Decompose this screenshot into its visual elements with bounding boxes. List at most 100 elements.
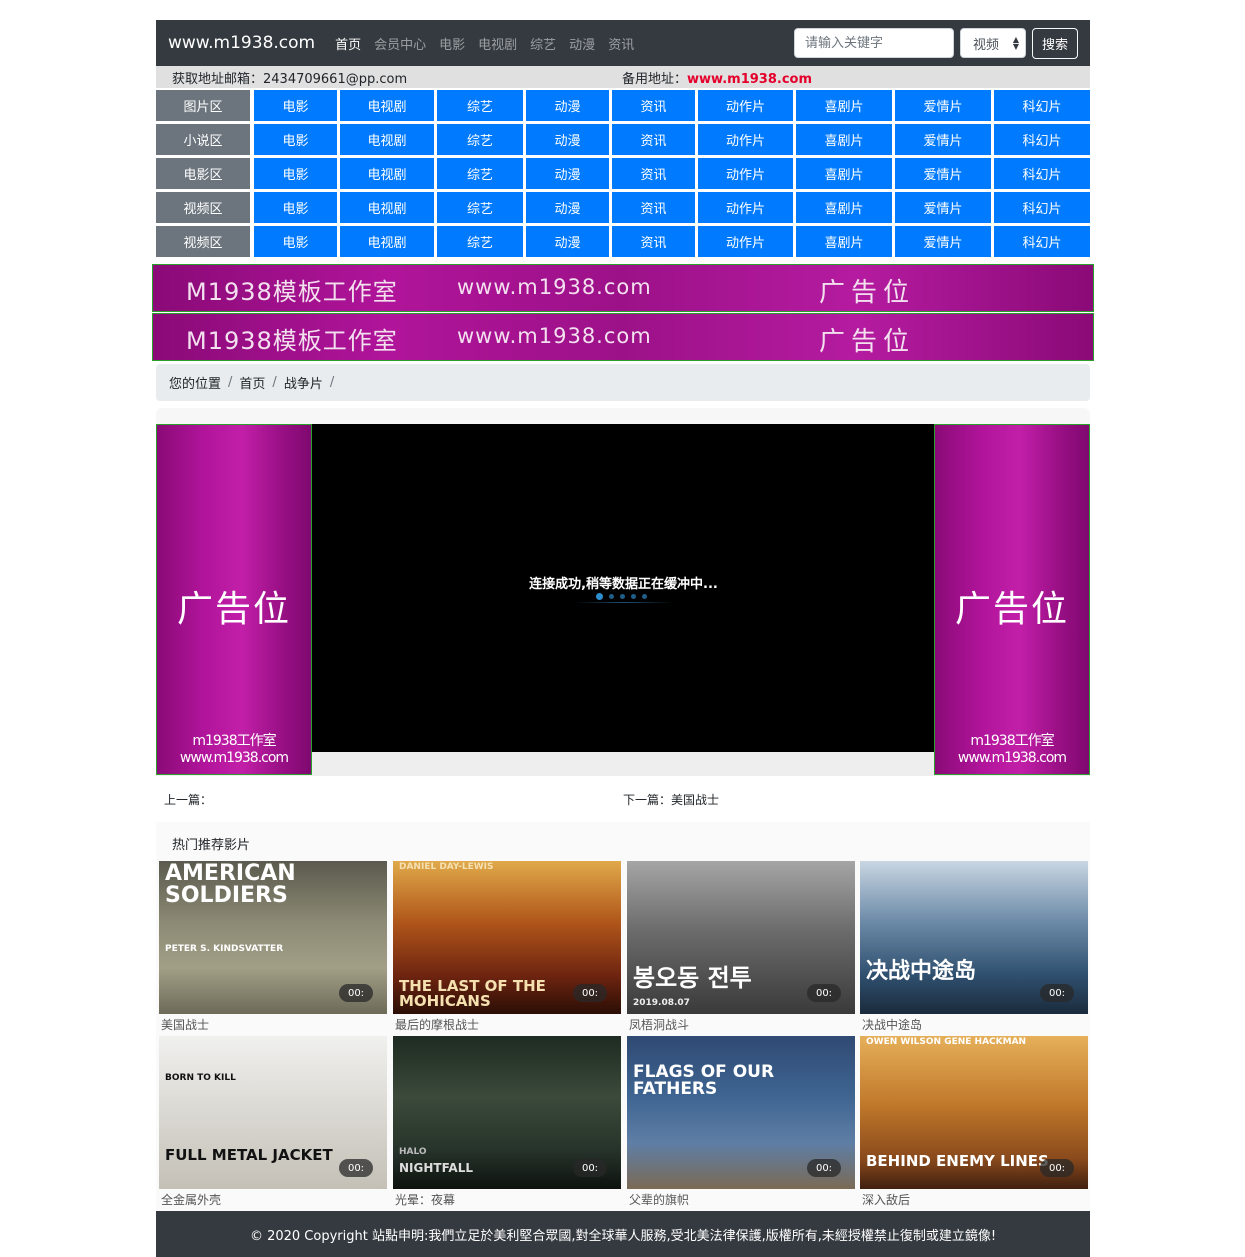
category-link[interactable]: 电视剧: [340, 226, 434, 257]
side-ad-text: 广告位: [176, 589, 291, 630]
nav-news[interactable]: 资讯: [608, 34, 634, 53]
movie-card[interactable]: AMERICAN SOLDIERS PETER S. KINDSVATTER 00:…: [159, 861, 387, 1033]
category-row-label[interactable]: 图片区: [156, 90, 250, 121]
movie-title[interactable]: 光晕：夜幕: [395, 1191, 455, 1208]
category-link[interactable]: 综艺: [437, 124, 523, 155]
category-link[interactable]: 动漫: [526, 226, 609, 257]
category-link[interactable]: 综艺: [437, 192, 523, 223]
movie-title[interactable]: 全金属外壳: [161, 1191, 221, 1208]
movie-poster[interactable]: AMERICAN SOLDIERS PETER S. KINDSVATTER 00:: [159, 861, 387, 1014]
movie-title[interactable]: 美国战士: [161, 1016, 209, 1033]
category-link[interactable]: 资讯: [612, 158, 695, 189]
category-link[interactable]: 综艺: [437, 90, 523, 121]
movie-poster[interactable]: BEHIND ENEMY LINES OWEN WILSON GENE HACKM…: [860, 1036, 1088, 1189]
category-link[interactable]: 电影: [254, 124, 337, 155]
video-player[interactable]: 连接成功,稍等数据正在缓冲中...: [312, 424, 935, 752]
category-link[interactable]: 喜剧片: [796, 90, 892, 121]
movie-poster[interactable]: 决战中途岛 00:: [860, 861, 1088, 1014]
category-row-label[interactable]: 电影区: [156, 158, 250, 189]
player-area: 广告位 m1938工作室www.m1938.com 连接成功,稍等数据正在缓冲中…: [156, 424, 1090, 776]
category-link[interactable]: 资讯: [612, 226, 695, 257]
nav-tv-series[interactable]: 电视剧: [478, 34, 517, 53]
breadcrumb-home[interactable]: 首页: [239, 373, 265, 392]
movie-title[interactable]: 凤梧洞战斗: [629, 1016, 689, 1033]
movie-title[interactable]: 决战中途岛: [862, 1016, 922, 1033]
movie-title[interactable]: 父辈的旗帜: [629, 1191, 689, 1208]
category-link[interactable]: 科幻片: [994, 226, 1090, 257]
category-link[interactable]: 动作片: [698, 158, 793, 189]
category-link[interactable]: 科幻片: [994, 90, 1090, 121]
movie-card[interactable]: THE LAST OF THE MOHICANS DANIEL DAY-LEWIS…: [393, 861, 621, 1033]
backup-url[interactable]: www.m1938.com: [687, 72, 812, 87]
category-row-label[interactable]: 小说区: [156, 124, 250, 155]
right-side-ad[interactable]: 广告位 m1938工作室www.m1938.com: [934, 424, 1090, 775]
category-link[interactable]: 科幻片: [994, 124, 1090, 155]
category-link[interactable]: 喜剧片: [796, 158, 892, 189]
side-ad-watermark: m1938工作室www.m1938.com: [179, 733, 289, 766]
category-link[interactable]: 资讯: [612, 124, 695, 155]
category-link[interactable]: 爱情片: [895, 90, 991, 121]
category-link[interactable]: 爱情片: [895, 226, 991, 257]
site-brand[interactable]: www.m1938.com: [168, 33, 315, 53]
category-link[interactable]: 喜剧片: [796, 226, 892, 257]
category-link[interactable]: 资讯: [612, 90, 695, 121]
category-link[interactable]: 综艺: [437, 226, 523, 257]
category-row-label[interactable]: 视频区: [156, 192, 250, 223]
movie-title[interactable]: 最后的摩根战士: [395, 1016, 479, 1033]
movie-card[interactable]: NIGHTFALL HALO 00: 光晕：夜幕: [393, 1036, 621, 1208]
category-link[interactable]: 动漫: [526, 158, 609, 189]
movie-poster[interactable]: NIGHTFALL HALO 00:: [393, 1036, 621, 1189]
category-link[interactable]: 动漫: [526, 124, 609, 155]
category-link[interactable]: 动作片: [698, 192, 793, 223]
movie-poster[interactable]: THE LAST OF THE MOHICANS DANIEL DAY-LEWIS…: [393, 861, 621, 1014]
category-link[interactable]: 电影: [254, 192, 337, 223]
category-link[interactable]: 动作片: [698, 226, 793, 257]
category-link[interactable]: 电影: [254, 90, 337, 121]
movie-title[interactable]: 深入敌后: [862, 1191, 910, 1208]
category-link[interactable]: 电视剧: [340, 192, 434, 223]
nav-home[interactable]: 首页: [335, 34, 361, 53]
category-link[interactable]: 科幻片: [994, 192, 1090, 223]
prev-link[interactable]: 上一篇：: [164, 791, 212, 808]
category-link[interactable]: 电视剧: [340, 90, 434, 121]
left-side-ad[interactable]: 广告位 m1938工作室www.m1938.com: [156, 424, 312, 775]
category-link[interactable]: 喜剧片: [796, 124, 892, 155]
category-link[interactable]: 动作片: [698, 90, 793, 121]
category-link[interactable]: 科幻片: [994, 158, 1090, 189]
category-link[interactable]: 动漫: [526, 90, 609, 121]
category-link[interactable]: 电影: [254, 226, 337, 257]
nav-variety[interactable]: 综艺: [530, 34, 556, 53]
category-link[interactable]: 喜剧片: [796, 192, 892, 223]
movie-card[interactable]: FLAGS OF OUR FATHERS 00: 父辈的旗帜: [627, 1036, 855, 1208]
movie-poster[interactable]: FULL METAL JACKET BORN TO KILL 00:: [159, 1036, 387, 1189]
search-input[interactable]: [793, 28, 954, 58]
search-button[interactable]: 搜索: [1031, 27, 1078, 59]
nav-member-center[interactable]: 会员中心: [374, 34, 426, 53]
movie-card[interactable]: FULL METAL JACKET BORN TO KILL 00: 全金属外壳: [159, 1036, 387, 1208]
nav-movies[interactable]: 电影: [439, 34, 465, 53]
category-link[interactable]: 爱情片: [895, 124, 991, 155]
category-link[interactable]: 电视剧: [340, 124, 434, 155]
category-link[interactable]: 动漫: [526, 192, 609, 223]
category-row-label[interactable]: 视频区: [156, 226, 250, 257]
search-type-select[interactable]: 视频 ▲ ▼: [959, 28, 1026, 58]
movie-poster[interactable]: FLAGS OF OUR FATHERS 00:: [627, 1036, 855, 1189]
category-link[interactable]: 资讯: [612, 192, 695, 223]
breadcrumb-separator: /: [272, 375, 277, 390]
category-link[interactable]: 综艺: [437, 158, 523, 189]
movie-card[interactable]: 봉오동 전투 2019.08.07 00: 凤梧洞战斗: [627, 861, 855, 1033]
category-link[interactable]: 爱情片: [895, 158, 991, 189]
ad-banner-1[interactable]: M1938模板工作室 www.m1938.com 广告位: [152, 264, 1094, 312]
nav-anime[interactable]: 动漫: [569, 34, 595, 53]
ad-banner-2[interactable]: M1938模板工作室 www.m1938.com 广告位: [152, 313, 1094, 361]
movie-card[interactable]: BEHIND ENEMY LINES OWEN WILSON GENE HACKM…: [860, 1036, 1088, 1208]
category-link[interactable]: 爱情片: [895, 192, 991, 223]
top-navbar: www.m1938.com 首页 会员中心 电影 电视剧 综艺 动漫 资讯 视频…: [156, 20, 1090, 66]
breadcrumb-category[interactable]: 战争片: [284, 373, 323, 392]
category-link[interactable]: 动作片: [698, 124, 793, 155]
next-link[interactable]: 下一篇：美国战士: [623, 791, 719, 808]
category-link[interactable]: 电影: [254, 158, 337, 189]
movie-poster[interactable]: 봉오동 전투 2019.08.07 00:: [627, 861, 855, 1014]
category-link[interactable]: 电视剧: [340, 158, 434, 189]
movie-card[interactable]: 决战中途岛 00: 决战中途岛: [860, 861, 1088, 1033]
